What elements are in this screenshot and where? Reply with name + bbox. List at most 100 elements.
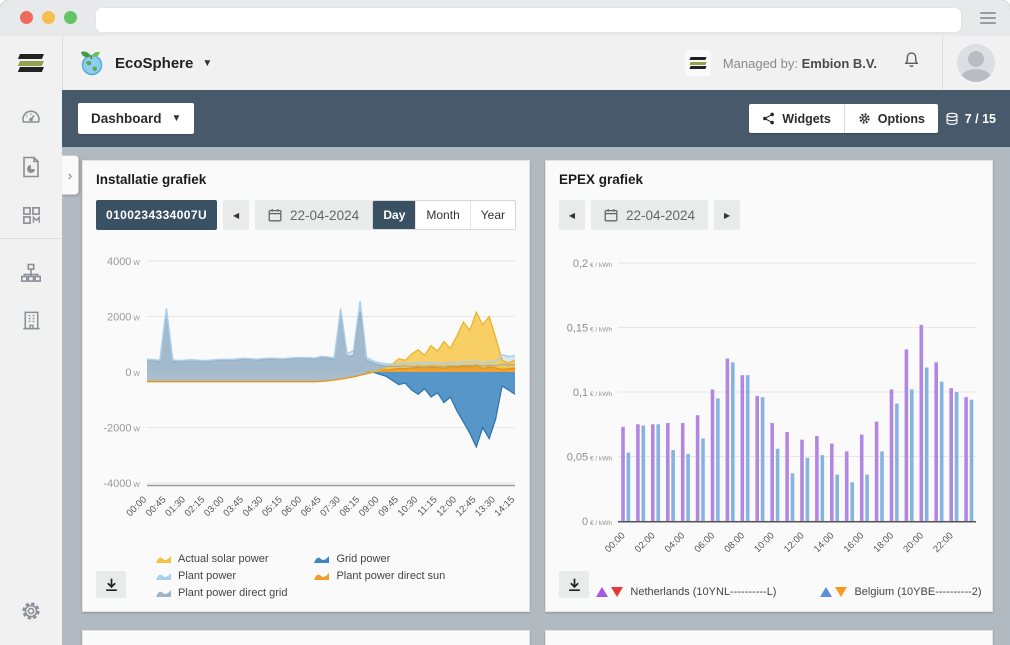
url-bar[interactable] <box>95 7 962 33</box>
sidebar-item-buildings[interactable] <box>15 304 47 336</box>
installatie-controls: 0100234334007U ◀ 22-04-2024 ▶ Day Month … <box>96 200 516 230</box>
brand-menu[interactable]: EcoSphere ▼ <box>78 36 212 90</box>
gauge-icon <box>19 106 43 130</box>
svg-text:11:15: 11:15 <box>416 494 440 518</box>
tab-day[interactable]: Day <box>373 201 415 229</box>
managed-by-text: Managed by: Embion B.V. <box>723 56 877 71</box>
zoom-button[interactable] <box>64 11 77 24</box>
layers-stack-icon <box>945 112 959 126</box>
svg-text:06:45: 06:45 <box>299 494 324 519</box>
download-button[interactable] <box>96 571 126 598</box>
legend-item[interactable]: Belgium (10YBE----------2) <box>820 586 981 598</box>
svg-text:0 € / kWh: 0 € / kWh <box>582 516 612 528</box>
download-icon <box>567 577 582 592</box>
svg-text:00:00: 00:00 <box>125 494 150 519</box>
browser-window: EcoSphere ▼ Managed by: Embion B.V. <box>0 0 1010 645</box>
notifications-bell-icon[interactable] <box>901 50 922 76</box>
svg-text:04:00: 04:00 <box>663 530 688 555</box>
epex-grafiek-panel: EPEX grafiek ◀ 22-04-2024 ▶ 0,2 € / kWh0… <box>545 160 993 612</box>
installatie-grafiek-panel: Installatie grafiek 0100234334007U ◀ 22-… <box>82 160 530 612</box>
dashboard-selector[interactable]: Dashboard ▼ <box>78 103 194 134</box>
svg-text:09:45: 09:45 <box>376 494 401 519</box>
widget-count-label: 7 / 15 <box>965 112 996 126</box>
area-marker-icon <box>155 553 172 564</box>
max-marker-icon <box>820 587 832 597</box>
date-prev-button[interactable]: ◀ <box>223 200 249 230</box>
svg-text:-4000 W: -4000 W <box>103 478 140 490</box>
min-marker-icon <box>611 587 623 597</box>
brand-chevron-down-icon: ▼ <box>202 58 212 69</box>
sidebar-item-dashboard[interactable] <box>15 102 47 134</box>
date-value: 22-04-2024 <box>290 208 359 223</box>
sidebar-item-reports[interactable] <box>15 151 47 183</box>
svg-text:10:30: 10:30 <box>396 494 421 519</box>
legend-item[interactable]: Plant power direct sun <box>313 567 445 584</box>
svg-text:08:15: 08:15 <box>338 494 363 519</box>
svg-text:00:00: 00:00 <box>603 530 628 555</box>
date-picker-button[interactable]: 22-04-2024 <box>255 200 372 230</box>
svg-text:08:00: 08:00 <box>722 530 747 555</box>
svg-text:18:00: 18:00 <box>872 530 897 555</box>
options-gear-icon <box>858 112 871 125</box>
svg-text:12:00: 12:00 <box>434 494 459 519</box>
svg-text:4000 W: 4000 W <box>107 256 140 268</box>
sidebar <box>0 90 63 645</box>
report-document-icon <box>20 155 42 179</box>
close-button[interactable] <box>20 11 33 24</box>
installatie-chart: 4000 W2000 W0 W-2000 W-4000 W00:0000:450… <box>91 243 521 548</box>
svg-text:13:30: 13:30 <box>473 494 498 519</box>
legend-item[interactable]: Grid power <box>313 550 445 567</box>
date-prev-button[interactable]: ◀ <box>559 200 585 230</box>
calendar-icon <box>268 208 282 222</box>
svg-text:-2000 W: -2000 W <box>103 423 140 435</box>
embion-logo-button[interactable] <box>0 36 63 90</box>
epex-controls: ◀ 22-04-2024 ▶ <box>559 200 979 230</box>
sidebar-item-widgets[interactable] <box>15 199 47 231</box>
epex-chart: 0,2 € / kWh0,15 € / kWh0,1 € / kWh0,05 €… <box>554 243 984 578</box>
svg-text:12:00: 12:00 <box>782 530 807 555</box>
date-value: 22-04-2024 <box>626 208 695 223</box>
max-marker-icon <box>596 587 608 597</box>
browser-menu-icon[interactable] <box>980 12 996 24</box>
user-avatar[interactable] <box>957 44 995 82</box>
tab-month[interactable]: Month <box>415 201 469 229</box>
date-picker-button[interactable]: 22-04-2024 <box>591 200 708 230</box>
sidebar-divider <box>0 238 62 239</box>
widgets-button[interactable]: Widgets <box>749 104 844 133</box>
svg-text:01:30: 01:30 <box>163 494 188 519</box>
download-button[interactable] <box>559 571 589 598</box>
header-divider <box>942 36 943 90</box>
tab-year[interactable]: Year <box>470 201 515 229</box>
legend-item[interactable]: Netherlands (10YNL----------L) <box>596 586 776 598</box>
ecosphere-logo-icon <box>78 49 106 77</box>
date-next-button[interactable]: ▶ <box>714 200 740 230</box>
legend-item[interactable]: Actual solar power <box>155 550 287 567</box>
installation-serial-badge[interactable]: 0100234334007U <box>96 200 217 230</box>
installatie-chart-svg: 4000 W2000 W0 W-2000 W-4000 W00:0000:450… <box>91 243 521 543</box>
svg-text:0,2 € / kWh: 0,2 € / kWh <box>573 258 613 270</box>
sidebar-item-settings[interactable] <box>15 595 47 627</box>
svg-text:14:15: 14:15 <box>493 494 518 519</box>
legend-item[interactable]: Plant power <box>155 567 287 584</box>
dashboard-selector-label: Dashboard <box>91 111 162 126</box>
minimize-button[interactable] <box>42 11 55 24</box>
building-icon <box>20 309 43 332</box>
svg-text:0,05 € / kWh: 0,05 € / kWh <box>567 452 613 464</box>
bottom-left-panel <box>82 630 530 645</box>
svg-text:0 W: 0 W <box>125 367 140 379</box>
svg-text:03:45: 03:45 <box>221 494 246 519</box>
navbar-button-group: Widgets Options <box>749 104 938 133</box>
dashboard-chevron-down-icon: ▼ <box>172 113 182 124</box>
range-toggle-group: Day Month Year <box>372 200 516 230</box>
epex-chart-svg: 0,2 € / kWh0,15 € / kWh0,1 € / kWh0,05 €… <box>554 243 984 573</box>
widget-count: 7 / 15 <box>945 104 996 133</box>
svg-text:03:00: 03:00 <box>202 494 227 519</box>
svg-text:16:00: 16:00 <box>842 530 867 555</box>
legend-item[interactable]: Plant power direct grid <box>155 584 287 601</box>
sidebar-item-sitemap[interactable] <box>15 257 47 289</box>
sidebar-expand-handle[interactable]: › <box>62 155 79 195</box>
svg-text:04:30: 04:30 <box>241 494 266 519</box>
embion-logo-icon <box>19 54 43 72</box>
header-right: Managed by: Embion B.V. <box>685 36 1010 90</box>
options-button[interactable]: Options <box>844 104 938 133</box>
